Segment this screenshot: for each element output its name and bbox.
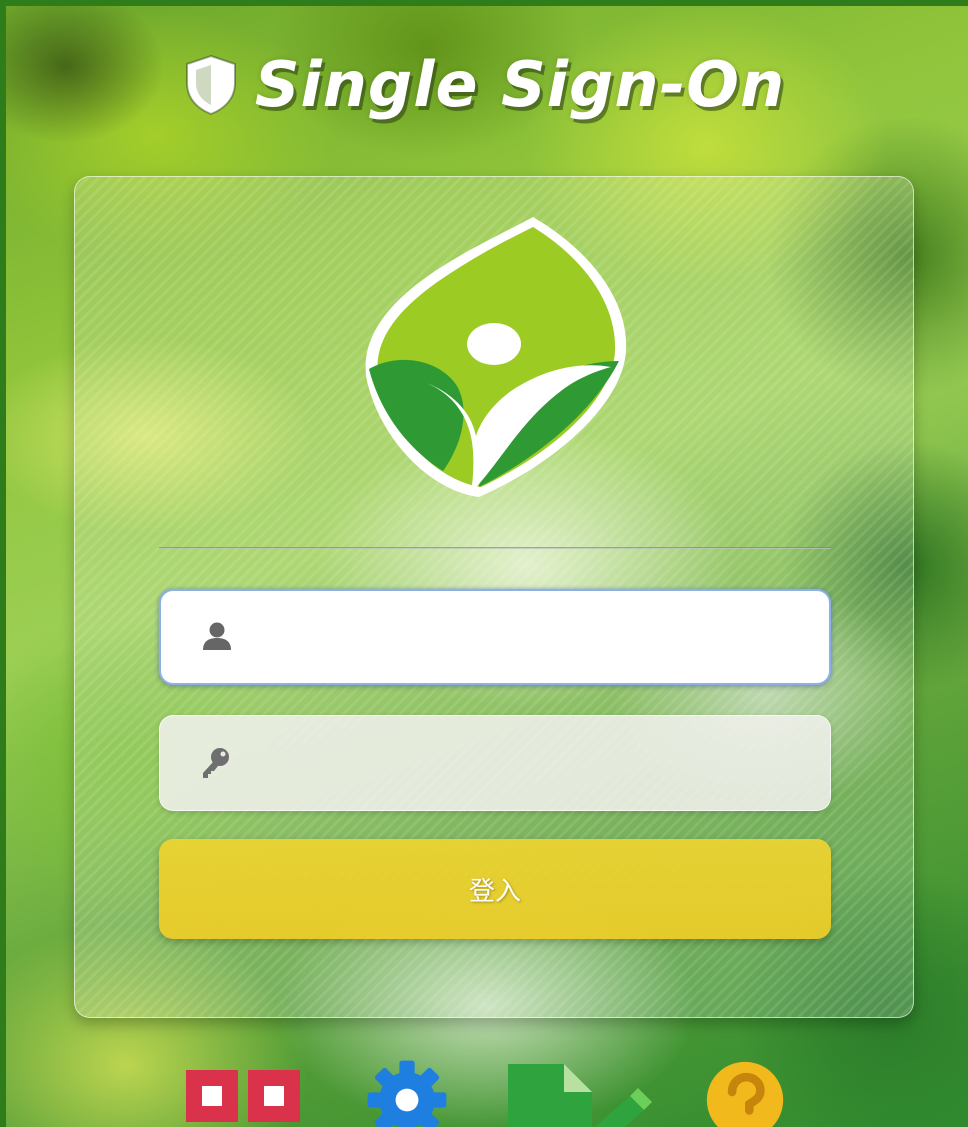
page-title: Single Sign-On xyxy=(0,48,968,121)
help-icon[interactable] xyxy=(680,1060,810,1127)
password-field[interactable] xyxy=(159,715,831,811)
bottom-toolbar xyxy=(0,1060,968,1127)
key-icon xyxy=(203,748,229,778)
username-input[interactable] xyxy=(253,596,809,678)
username-field[interactable] xyxy=(159,589,831,685)
login-button[interactable]: 登入 xyxy=(159,839,831,939)
shield-icon xyxy=(185,54,236,115)
user-icon xyxy=(203,622,231,650)
title-text: Single Sign-On xyxy=(254,48,786,121)
document-edit-icon[interactable] xyxy=(504,1060,654,1127)
leaf-person-logo xyxy=(365,217,627,497)
apps-grid-icon[interactable] xyxy=(186,1060,302,1127)
divider xyxy=(159,547,831,549)
gear-icon[interactable] xyxy=(344,1060,470,1127)
password-input[interactable] xyxy=(252,722,810,804)
login-card: 登入 xyxy=(74,176,914,1018)
